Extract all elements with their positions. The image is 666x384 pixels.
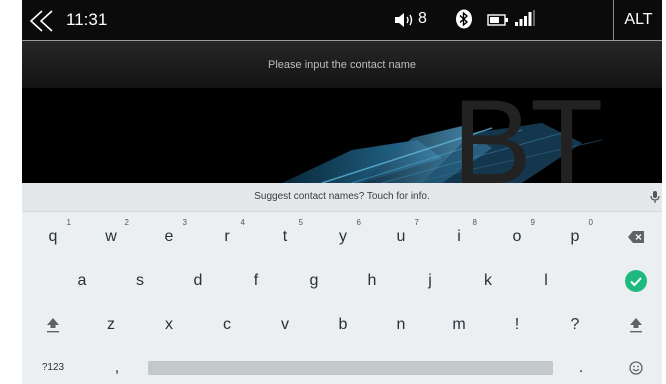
key-l[interactable]: l bbox=[516, 261, 576, 301]
contact-search-bar bbox=[22, 41, 662, 88]
key-q[interactable]: 1q bbox=[23, 217, 83, 257]
key-label: w bbox=[105, 228, 117, 245]
key-x[interactable]: x bbox=[139, 305, 199, 345]
key-s[interactable]: s bbox=[110, 261, 170, 301]
key-w[interactable]: 2w bbox=[81, 217, 141, 257]
shift-icon bbox=[630, 318, 642, 333]
key-u[interactable]: 7u bbox=[371, 217, 431, 257]
app-frame: 11:31 8 ALT Please input the contact nam… bbox=[0, 0, 666, 384]
battery-icon bbox=[487, 13, 509, 26]
key-hint: 8 bbox=[472, 218, 477, 227]
contact-name-input[interactable] bbox=[22, 41, 662, 88]
key-d[interactable]: d bbox=[168, 261, 228, 301]
bluetooth-icon bbox=[454, 9, 474, 29]
clock-time: 11:31 bbox=[66, 10, 108, 29]
key-r[interactable]: 4r bbox=[197, 217, 257, 257]
key-i[interactable]: 8i bbox=[429, 217, 489, 257]
key-f[interactable]: f bbox=[226, 261, 286, 301]
head-unit-screen: 11:31 8 ALT Please input the contact nam… bbox=[22, 0, 662, 384]
back-button[interactable] bbox=[28, 9, 62, 33]
emoji-icon bbox=[629, 361, 643, 375]
key-label: i bbox=[457, 228, 461, 245]
suggestion-text: Suggest contact names? Touch for info. bbox=[254, 191, 430, 202]
backspace-key[interactable] bbox=[611, 217, 661, 257]
key-hint: 4 bbox=[240, 218, 245, 227]
key-e[interactable]: 3e bbox=[139, 217, 199, 257]
key-label: t bbox=[282, 228, 288, 245]
back-chevrons-icon bbox=[29, 10, 53, 32]
backspace-icon bbox=[628, 231, 644, 243]
key-n[interactable]: n bbox=[371, 305, 431, 345]
key-hint: 2 bbox=[124, 218, 129, 227]
signal-icon bbox=[514, 9, 536, 27]
shift-icon bbox=[47, 318, 59, 333]
key-h[interactable]: h bbox=[342, 261, 402, 301]
key-b[interactable]: b bbox=[313, 305, 373, 345]
volume-level: 8 bbox=[418, 10, 427, 27]
mic-icon[interactable] bbox=[649, 190, 661, 204]
bt-watermark: BT bbox=[452, 88, 603, 183]
key-exclamation[interactable]: ! bbox=[487, 305, 547, 345]
key-hint: 0 bbox=[588, 218, 593, 227]
key-p[interactable]: 0p bbox=[545, 217, 605, 257]
key-z[interactable]: z bbox=[81, 305, 141, 345]
key-k[interactable]: k bbox=[458, 261, 518, 301]
key-v[interactable]: v bbox=[255, 305, 315, 345]
key-label: u bbox=[396, 228, 406, 245]
symbols-key[interactable]: ?123 bbox=[23, 348, 83, 384]
key-hint: 9 bbox=[530, 218, 535, 227]
enter-check-icon bbox=[625, 270, 647, 292]
key-t[interactable]: 5t bbox=[255, 217, 315, 257]
key-comma[interactable]: , bbox=[87, 348, 147, 384]
key-label: e bbox=[164, 228, 174, 245]
key-label: y bbox=[339, 228, 347, 245]
key-o[interactable]: 9o bbox=[487, 217, 547, 257]
key-hint: 7 bbox=[414, 218, 419, 227]
key-period[interactable]: . bbox=[551, 348, 611, 384]
suggestion-strip[interactable]: Suggest contact names? Touch for info. bbox=[22, 183, 662, 212]
key-hint: 3 bbox=[182, 218, 187, 227]
key-label: o bbox=[512, 228, 522, 245]
key-m[interactable]: m bbox=[429, 305, 489, 345]
key-label: p bbox=[570, 228, 580, 245]
space-key[interactable] bbox=[148, 361, 553, 375]
key-question[interactable]: ? bbox=[545, 305, 605, 345]
key-j[interactable]: j bbox=[400, 261, 460, 301]
alt-button[interactable]: ALT bbox=[615, 0, 662, 40]
volume-icon bbox=[394, 12, 416, 28]
key-c[interactable]: c bbox=[197, 305, 257, 345]
key-hint: 1 bbox=[66, 218, 71, 227]
on-screen-keyboard: Suggest contact names? Touch for info. 1… bbox=[22, 183, 662, 384]
key-a[interactable]: a bbox=[52, 261, 112, 301]
key-g[interactable]: g bbox=[284, 261, 344, 301]
enter-key[interactable] bbox=[611, 261, 661, 301]
shift-key-right[interactable] bbox=[611, 305, 661, 345]
status-divider bbox=[613, 0, 614, 40]
key-hint: 6 bbox=[356, 218, 361, 227]
key-label: r bbox=[224, 228, 230, 245]
status-bar: 11:31 8 ALT bbox=[22, 0, 662, 41]
background-art: BT bbox=[22, 88, 662, 183]
emoji-key[interactable] bbox=[611, 348, 661, 384]
shift-key-left[interactable] bbox=[23, 305, 83, 345]
key-y[interactable]: 6y bbox=[313, 217, 373, 257]
key-label: q bbox=[48, 228, 58, 245]
key-hint: 5 bbox=[298, 218, 303, 227]
